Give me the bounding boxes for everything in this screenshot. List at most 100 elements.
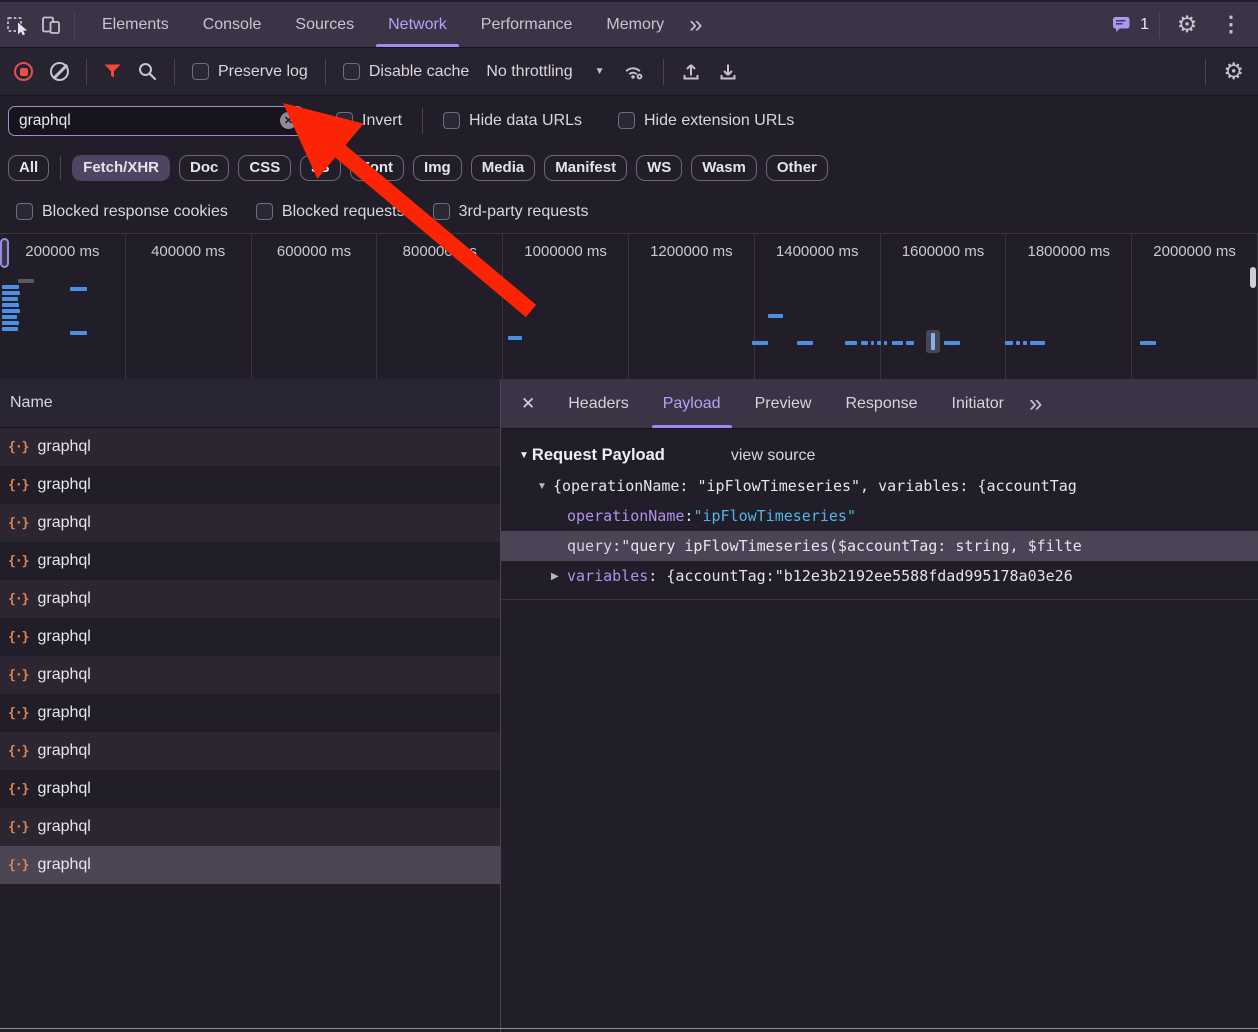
request-row[interactable]: {·}graphql	[0, 542, 500, 580]
request-row[interactable]: {·}graphql	[0, 656, 500, 694]
network-conditions-icon[interactable]	[622, 62, 646, 81]
record-network-log-button[interactable]	[14, 62, 33, 81]
3rd-party-requests-checkbox[interactable]	[433, 203, 450, 220]
disable-cache-label: Disable cache	[369, 63, 470, 81]
toolbar-divider	[1159, 12, 1160, 38]
triangle-down-icon[interactable]: ▼	[519, 450, 529, 461]
request-row[interactable]: {·}graphql	[0, 504, 500, 542]
request-row[interactable]: {·}graphql	[0, 580, 500, 618]
blocked-response-cookies-toggle[interactable]: Blocked response cookies	[16, 203, 228, 221]
waterfall-bar	[1016, 341, 1020, 345]
network-overview-timeline[interactable]: 200000 ms400000 ms600000 ms800000 ms1000…	[0, 233, 1258, 381]
request-row[interactable]: {·}graphql	[0, 618, 500, 656]
disable-cache-toggle[interactable]: Disable cache	[343, 63, 470, 81]
waterfall-bar	[768, 314, 783, 318]
hide-extension-urls-toggle[interactable]: Hide extension URLs	[618, 112, 794, 130]
customize-menu-icon[interactable]: ⋮	[1214, 8, 1248, 42]
request-row[interactable]: {·}graphql	[0, 770, 500, 808]
device-toolbar-icon[interactable]	[34, 8, 68, 42]
hide-data-urls-toggle[interactable]: Hide data URLs	[443, 112, 582, 130]
filter-chip-font[interactable]: Font	[350, 155, 404, 181]
tree-toggle-icon[interactable]: ▶	[551, 571, 567, 582]
request-payload-section-header[interactable]: ▼ Request Payload view source	[519, 446, 1258, 465]
fetch-xhr-icon: {·}	[8, 706, 28, 721]
hide-data-urls-checkbox[interactable]	[443, 112, 460, 129]
filter-chip-media[interactable]: Media	[471, 155, 536, 181]
clear-network-log-icon[interactable]	[50, 62, 69, 81]
blocked-requests-toggle[interactable]: Blocked requests	[256, 203, 405, 221]
filter-chip-ws[interactable]: WS	[636, 155, 682, 181]
issues-message-icon[interactable]	[1108, 8, 1134, 42]
filter-chip-all[interactable]: All	[8, 155, 49, 181]
tab-sources[interactable]: Sources	[278, 2, 371, 47]
filter-chip-manifest[interactable]: Manifest	[544, 155, 627, 181]
request-row[interactable]: {·}graphql	[0, 694, 500, 732]
settings-gear-icon[interactable]: ⚙	[1170, 8, 1204, 42]
3rd-party-requests-toggle[interactable]: 3rd-party requests	[433, 203, 589, 221]
timeline-column: 1000000 ms	[503, 234, 629, 380]
blocked-response-cookies-checkbox[interactable]	[16, 203, 33, 220]
overview-right-grip[interactable]	[1250, 267, 1256, 288]
timeline-column: 1400000 ms	[755, 234, 881, 380]
tab-console[interactable]: Console	[186, 2, 279, 47]
request-row[interactable]: {·}graphql	[0, 808, 500, 846]
filter-chip-img[interactable]: Img	[413, 155, 462, 181]
hide-extension-urls-checkbox[interactable]	[618, 112, 635, 129]
issues-count[interactable]: 1	[1140, 16, 1149, 34]
invert-checkbox[interactable]	[336, 112, 353, 129]
detail-tab-headers[interactable]: Headers	[551, 379, 645, 428]
close-detail-icon[interactable]: ✕	[501, 394, 551, 414]
search-icon[interactable]	[138, 62, 157, 81]
payload-line[interactable]: query: "query ipFlowTimeseries($accountT…	[501, 531, 1258, 561]
waterfall-bar	[2, 315, 17, 319]
name-column-header[interactable]: Name	[0, 379, 500, 428]
filter-input[interactable]	[8, 106, 304, 136]
filter-chip-wasm[interactable]: Wasm	[691, 155, 757, 181]
request-row[interactable]: {·}graphql	[0, 428, 500, 466]
panel-split-divider[interactable]	[500, 379, 501, 1032]
filter-chip-other[interactable]: Other	[766, 155, 828, 181]
detail-tab-preview[interactable]: Preview	[738, 379, 829, 428]
filter-chip-css[interactable]: CSS	[238, 155, 291, 181]
view-source-link[interactable]: view source	[731, 447, 815, 465]
payload-line[interactable]: ▶variables: {accountTag: "b12e3b2192ee55…	[501, 561, 1258, 591]
filter-funnel-icon[interactable]	[104, 64, 121, 79]
filter-chip-fetch-xhr[interactable]: Fetch/XHR	[72, 155, 170, 181]
blocked-requests-checkbox[interactable]	[256, 203, 273, 220]
more-detail-tabs-icon[interactable]: »	[1021, 392, 1050, 416]
waterfall-bar	[797, 341, 813, 345]
request-row[interactable]: {·}graphql	[0, 846, 500, 884]
payload-line[interactable]: operationName: "ipFlowTimeseries"	[501, 501, 1258, 531]
payload-line[interactable]: ▼{operationName: "ipFlowTimeseries", var…	[501, 471, 1258, 501]
export-har-icon[interactable]	[718, 62, 738, 82]
tab-memory[interactable]: Memory	[589, 2, 681, 47]
request-row[interactable]: {·}graphql	[0, 732, 500, 770]
fetch-xhr-icon: {·}	[8, 668, 28, 683]
overview-left-grip[interactable]	[0, 238, 9, 268]
network-settings-gear-icon[interactable]: ⚙	[1223, 60, 1244, 83]
preserve-log-toggle[interactable]: Preserve log	[192, 63, 308, 81]
inspect-element-icon[interactable]	[0, 8, 34, 42]
waterfall-bar	[1140, 341, 1156, 345]
filter-chip-doc[interactable]: Doc	[179, 155, 229, 181]
disable-cache-checkbox[interactable]	[343, 63, 360, 80]
detail-tab-response[interactable]: Response	[828, 379, 934, 428]
invert-toggle[interactable]: Invert	[336, 112, 402, 130]
request-row[interactable]: {·}graphql	[0, 466, 500, 504]
throttling-dropdown[interactable]: No throttling ▼	[486, 63, 604, 81]
detail-tab-payload[interactable]: Payload	[646, 379, 738, 428]
detail-tab-initiator[interactable]: Initiator	[935, 379, 1021, 428]
waterfall-bar	[18, 279, 34, 283]
more-panels-icon[interactable]: »	[681, 13, 710, 37]
tree-toggle-icon[interactable]: ▼	[537, 481, 553, 492]
panel-tabs: ElementsConsoleSourcesNetworkPerformance…	[85, 2, 681, 47]
chevron-down-icon: ▼	[595, 66, 605, 77]
toolbar-divider	[325, 59, 326, 85]
import-har-icon[interactable]	[681, 62, 701, 82]
tab-network[interactable]: Network	[371, 2, 464, 47]
preserve-log-checkbox[interactable]	[192, 63, 209, 80]
filter-chip-js[interactable]: JS	[300, 155, 340, 181]
clear-filter-icon[interactable]: ✕	[280, 112, 297, 129]
tab-elements[interactable]: Elements	[85, 2, 186, 47]
tab-performance[interactable]: Performance	[464, 2, 590, 47]
